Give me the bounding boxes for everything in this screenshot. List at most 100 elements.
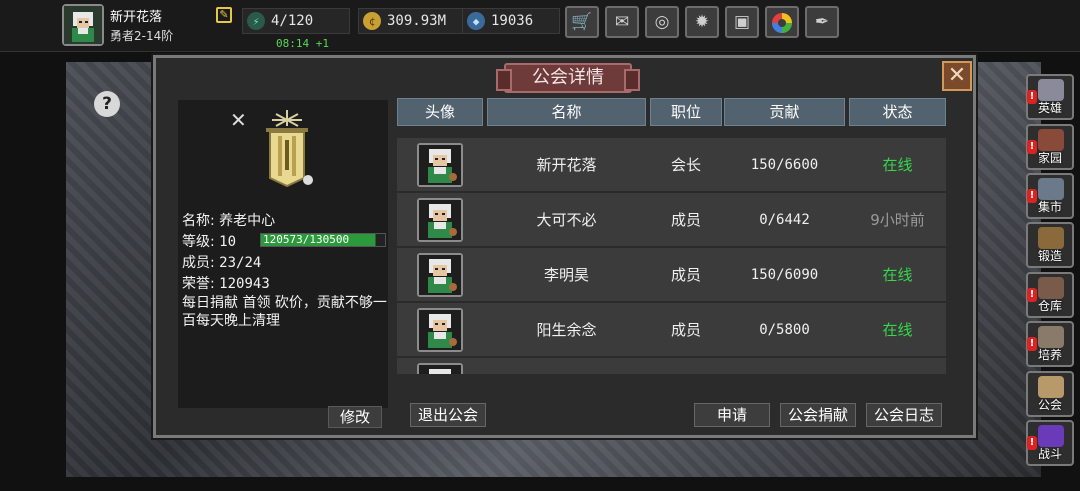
player-name: 新开花落 <box>110 10 163 25</box>
column-header-role: 职位 <box>650 98 722 126</box>
leave-guild-button[interactable]: 退出公会 <box>410 403 486 427</box>
guild-exp-bar: 120573/130500 <box>260 233 386 247</box>
side-menu-hero[interactable]: 英雄! <box>1026 74 1074 120</box>
diamond-value: 19036 <box>491 13 534 29</box>
player-rank: 勇者2-14阶 <box>110 29 174 43</box>
member-name: 大可不必 <box>536 211 597 229</box>
member-name: 新开花落 <box>536 156 597 174</box>
color-wheel-icon[interactable] <box>765 6 799 38</box>
column-header-contribution: 贡献 <box>724 98 845 126</box>
edit-notice-button[interactable]: 修改 <box>328 406 382 428</box>
alert-badge: ! <box>1027 90 1037 104</box>
diamond-counter[interactable]: ◆ 19036 <box>462 8 560 34</box>
alert-badge: ! <box>1027 288 1037 302</box>
member-contribution <box>724 358 845 374</box>
side-menu-label: 公会 <box>1037 398 1062 412</box>
side-menu-forge[interactable]: 锻造 <box>1026 222 1074 268</box>
member-row[interactable]: 新开花落 会长 150/6600 在线 <box>397 138 946 192</box>
member-contribution: 0/6442 <box>759 212 810 228</box>
member-status: 在线 <box>882 321 913 339</box>
guild-info-panel: ✕ 名称: 养老中心 等级: 10 120573/130500 成员: 23/2… <box>178 100 388 408</box>
dialog-title: 公会详情 <box>496 63 640 93</box>
member-contribution: 0/5800 <box>759 322 810 338</box>
player-avatar[interactable] <box>62 4 104 46</box>
member-name: 阳生余念 <box>536 321 597 339</box>
member-role: 成员 <box>670 211 701 229</box>
member-row[interactable]: 成员 <box>397 358 946 374</box>
guild-members-count: 23/24 <box>219 255 262 271</box>
side-menu-market[interactable]: 集市! <box>1026 173 1074 219</box>
member-status <box>849 358 946 374</box>
side-menu-train[interactable]: 培养! <box>1026 321 1074 367</box>
game-screen: ? 新开花落 勇者2-14阶 ✎ ⚡ 4/120 08:14 +1 ¢ 309.… <box>0 0 1080 491</box>
donate-button[interactable]: 公会捐献 <box>780 403 856 427</box>
member-row[interactable]: 李明昊 成员 150/6090 在线 <box>397 248 946 302</box>
column-header-avatar: 头像 <box>397 98 483 126</box>
hero-icon <box>1038 79 1064 101</box>
side-menu-label: 锻造 <box>1037 249 1062 263</box>
edit-name-icon[interactable]: ✎ <box>216 7 232 23</box>
close-x-icon[interactable]: ✕ <box>230 108 247 132</box>
member-row[interactable]: 阳生余念 成员 0/5800 在线 <box>397 303 946 357</box>
member-avatar[interactable] <box>417 363 463 374</box>
member-avatar[interactable] <box>417 198 463 242</box>
stamina-value: 4/120 <box>271 13 314 29</box>
battle-icon <box>1038 425 1064 447</box>
member-list[interactable]: 新开花落 会长 150/6600 在线 大可不必 成员 0/6442 9小时前 李明昊 成员 150… <box>397 138 946 374</box>
guild-level: 10 <box>219 234 237 250</box>
gear-icon[interactable]: ✹ <box>685 6 719 38</box>
guild-honor: 120943 <box>219 276 270 292</box>
guild-notice: 每日捐献 首领 砍价，贡献不够一百每天晚上清理 <box>182 295 387 329</box>
market-icon <box>1038 178 1064 200</box>
feather-icon[interactable]: ✒ <box>805 6 839 38</box>
gold-coin-icon: ¢ <box>363 12 381 30</box>
side-menu-battle[interactable]: 战斗! <box>1026 420 1074 466</box>
member-row[interactable]: 大可不必 成员 0/6442 9小时前 <box>397 193 946 247</box>
cart-icon[interactable]: 🛒 <box>565 6 599 38</box>
top-status-bar: 新开花落 勇者2-14阶 ✎ ⚡ 4/120 08:14 +1 ¢ 309.93… <box>0 0 1080 52</box>
member-status: 在线 <box>882 266 913 284</box>
side-menu-warehouse[interactable]: 仓库! <box>1026 272 1074 318</box>
guild-name-row: 名称: 养老中心 <box>182 210 275 230</box>
column-header-name: 名称 <box>487 98 646 126</box>
member-name <box>487 358 646 374</box>
member-role: 成员 <box>650 358 722 374</box>
mail-icon[interactable]: ✉ <box>605 6 639 38</box>
gift-icon[interactable]: ▣ <box>725 6 759 38</box>
alert-badge: ! <box>1027 436 1037 450</box>
guild-level-label: 等级: <box>182 234 215 250</box>
close-button[interactable]: ✕ <box>942 61 972 91</box>
guild-members-label: 成员: <box>182 255 215 271</box>
member-role: 会长 <box>670 156 701 174</box>
guild-level-row: 等级: 10 <box>182 231 236 251</box>
side-menu-home[interactable]: 家园! <box>1026 124 1074 170</box>
guild-honor-row: 荣誉: 120943 <box>182 273 270 293</box>
alert-badge: ! <box>1027 189 1037 203</box>
member-name: 李明昊 <box>543 266 589 284</box>
member-role: 成员 <box>670 321 701 339</box>
gamepad-icon[interactable]: ◎ <box>645 6 679 38</box>
gold-value: 309.93M <box>387 13 447 29</box>
member-avatar[interactable] <box>417 143 463 187</box>
apply-button[interactable]: 申请 <box>694 403 770 427</box>
warehouse-icon <box>1038 277 1064 299</box>
guild-log-button[interactable]: 公会日志 <box>866 403 942 427</box>
guild-honor-label: 荣誉: <box>182 276 215 292</box>
side-menu-guild[interactable]: 公会 <box>1026 371 1074 417</box>
stamina-counter[interactable]: ⚡ 4/120 <box>242 8 350 34</box>
member-contribution: 150/6090 <box>750 267 819 283</box>
stamina-timer: 08:14 +1 <box>276 37 329 50</box>
guild-name-label: 名称: <box>182 213 215 229</box>
member-contribution: 150/6600 <box>750 157 819 173</box>
alert-badge: ! <box>1027 140 1037 154</box>
guild-members-row: 成员: 23/24 <box>182 252 261 272</box>
member-avatar[interactable] <box>417 253 463 297</box>
train-icon <box>1038 326 1064 348</box>
guild-detail-dialog: 公会详情 ✕ ✕ 名称: 养老中心 等级: 10 120573/130500 成… <box>153 55 976 438</box>
gold-counter[interactable]: ¢ 309.93M <box>358 8 474 34</box>
member-status: 在线 <box>882 156 913 174</box>
home-icon <box>1038 129 1064 151</box>
lightning-icon: ⚡ <box>247 12 265 30</box>
member-avatar[interactable] <box>417 308 463 352</box>
help-icon[interactable]: ? <box>94 91 120 117</box>
